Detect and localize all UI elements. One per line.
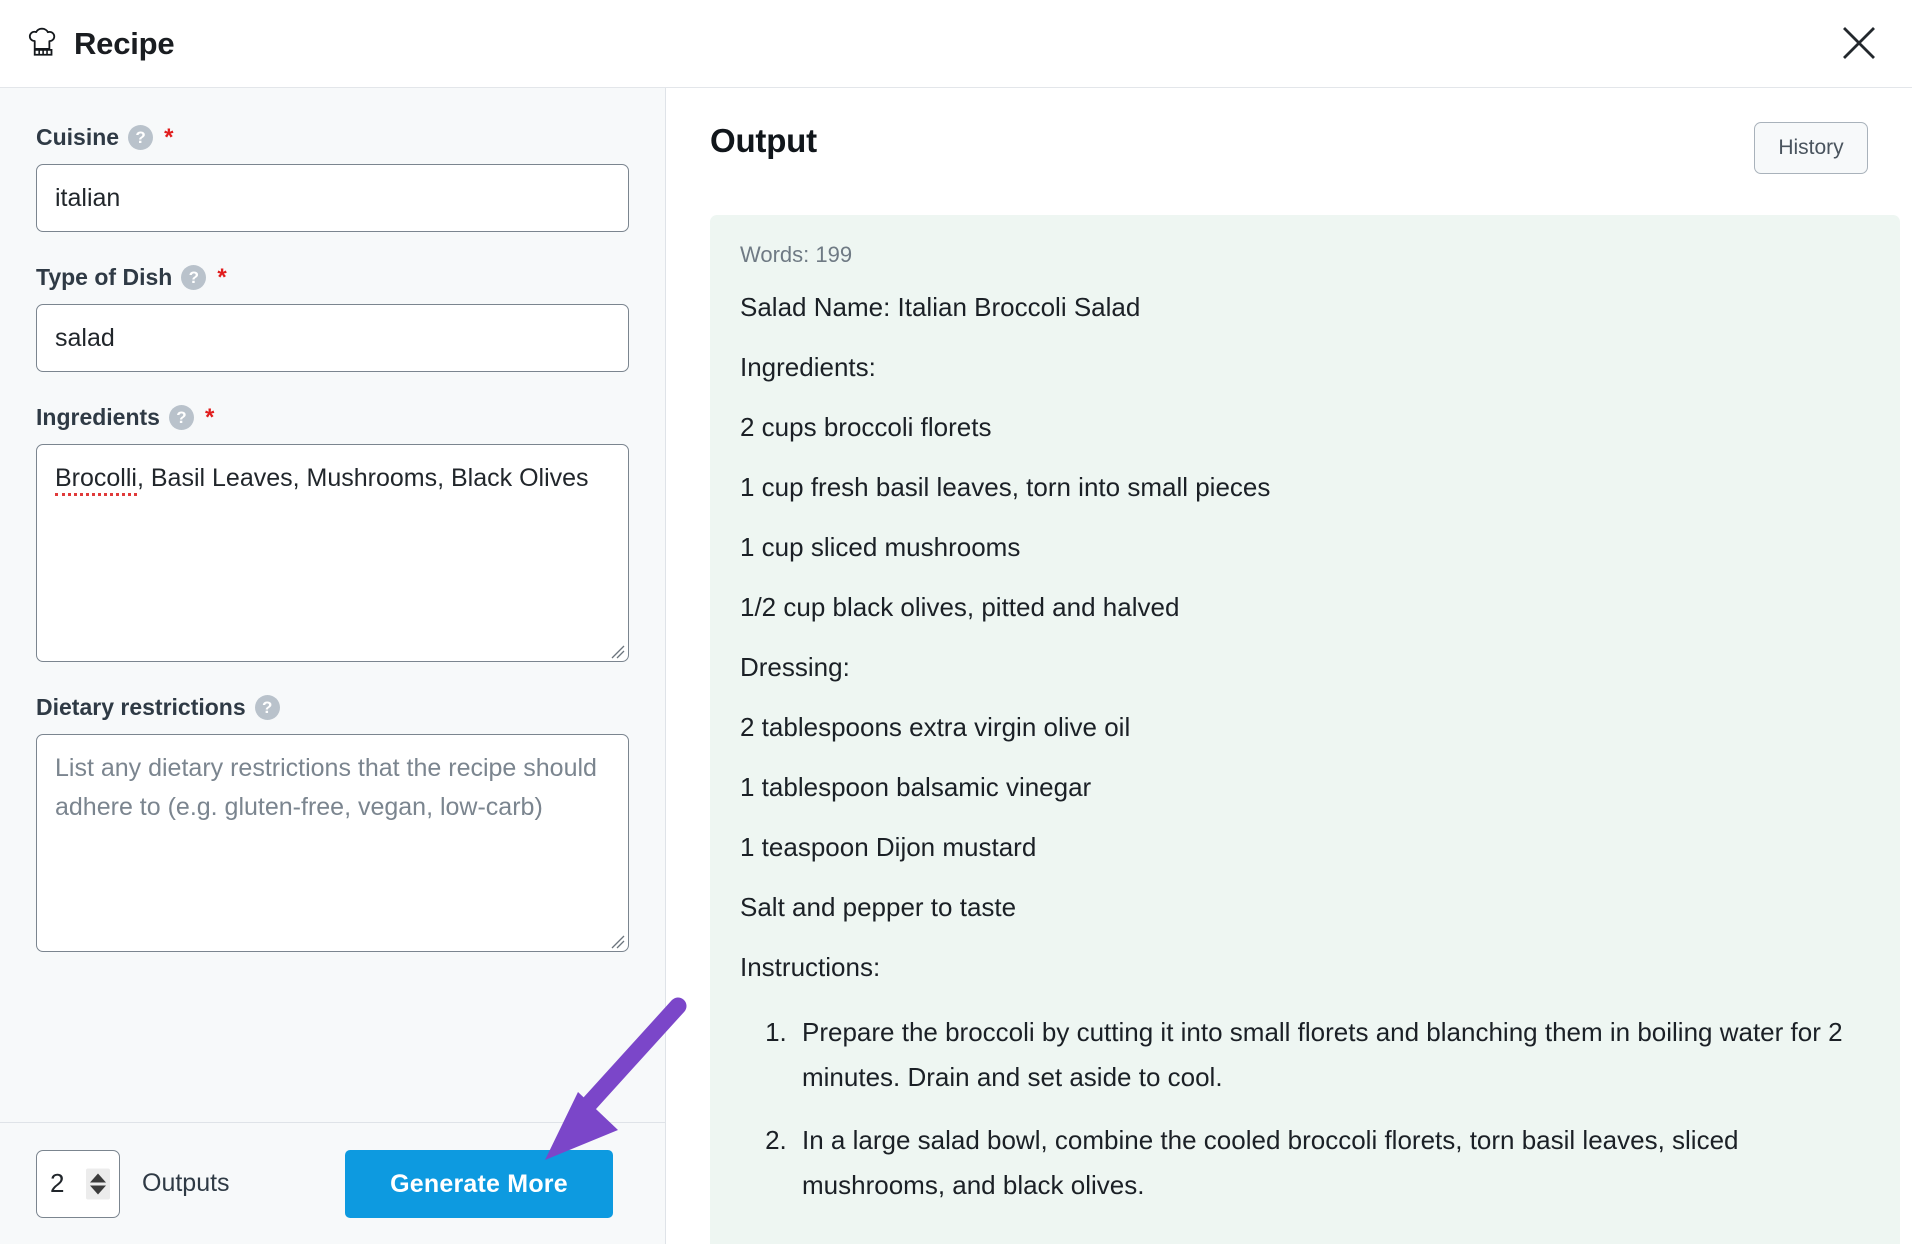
form-bottom-bar: 2 Outputs Generate More [0,1122,665,1244]
output-paragraph: 2 tablespoons extra virgin olive oil [740,712,1131,742]
field-type-of-dish: Type of Dish ? * [36,264,629,372]
output-paragraph: Salt and pepper to taste [740,892,1017,922]
output-header: Output History [710,122,1868,174]
misspelled-word: Brocolli [55,464,137,496]
output-paragraph: Instructions: [740,952,881,982]
history-button[interactable]: History [1754,122,1868,174]
instructions-list: Prepare the broccoli by cutting it into … [740,1010,1870,1208]
form-fields-container: Cuisine ? * Type of Dish ? * Ingredients [0,88,665,1122]
output-paragraph: Ingredients: [740,352,876,382]
output-paragraph: 2 cups broccoli florets [740,412,992,442]
required-asterisk: * [217,263,227,291]
ingredients-text-rest: , Basil Leaves, Mushrooms, Black Olives [136,464,589,492]
output-paragraph: 1 cup fresh basil leaves, torn into smal… [740,472,1271,502]
output-paragraph: Dressing: [740,652,850,682]
window-titlebar: Recipe [0,0,1912,88]
dietary-textarea-wrap: List any dietary restrictions that the r… [36,734,629,952]
output-paragraph: 1/2 cup black olives, pitted and halved [740,592,1180,622]
generate-more-button[interactable]: Generate More [345,1150,613,1218]
required-asterisk: * [204,403,215,431]
chef-hat-icon [28,27,56,56]
field-cuisine-label: Cuisine ? * [36,124,629,151]
recipe-form-panel: Cuisine ? * Type of Dish ? * Ingredients [0,88,666,1244]
list-item: Prepare the broccoli by cutting it into … [794,1010,1870,1100]
output-paragraph: 1 cup sliced mushrooms [740,532,1021,562]
chevron-up-icon[interactable] [90,1173,106,1182]
help-icon[interactable]: ? [168,405,194,430]
help-icon[interactable]: ? [128,125,154,150]
output-paragraph: 1 teaspoon Dijon mustard [740,832,1037,862]
dietary-restrictions-textarea[interactable]: List any dietary restrictions that the r… [36,734,629,952]
main-content: Cuisine ? * Type of Dish ? * Ingredients [0,88,1912,1244]
ingredients-textarea-wrap: Brocolli, Basil Leaves, Mushrooms, Black… [36,444,629,662]
dietary-placeholder-text: List any dietary restrictions that the r… [55,754,597,821]
output-panel: Output History Words: 199 Salad Name: It… [666,88,1912,1244]
field-ingredients: Ingredients ? * Brocolli, Basil Leaves, … [36,404,629,662]
output-result-card: Words: 199 Salad Name: Italian Broccoli … [710,215,1900,1244]
close-icon [1843,27,1875,59]
list-item: In a large salad bowl, combine the coole… [794,1118,1870,1208]
type-of-dish-input[interactable] [36,304,629,372]
stepper-arrows[interactable] [86,1168,110,1199]
field-ingredients-label-text: Ingredients [36,404,160,430]
field-cuisine: Cuisine ? * [36,124,629,232]
field-ingredients-label: Ingredients ? * [36,404,629,431]
chevron-down-icon[interactable] [90,1185,106,1194]
required-asterisk: * [164,123,174,151]
word-count-label: Words: 199 [740,242,853,267]
close-button[interactable] [1830,14,1888,72]
field-cuisine-label-text: Cuisine [36,124,120,150]
outputs-count-stepper[interactable]: 2 [36,1149,120,1218]
outputs-label: Outputs [142,1169,230,1197]
field-dietary-restrictions-label: Dietary restrictions ? [36,694,629,721]
output-paragraph: 1 tablespoon balsamic vinegar [740,772,1092,802]
help-icon[interactable]: ? [181,265,207,290]
page-title: Recipe [74,25,175,61]
field-type-of-dish-label: Type of Dish ? * [36,264,629,291]
help-icon[interactable]: ? [254,695,280,720]
output-title: Output [710,122,817,159]
ingredients-textarea[interactable]: Brocolli, Basil Leaves, Mushrooms, Black… [36,444,629,662]
cuisine-input[interactable] [36,164,629,232]
field-dietary-restrictions-label-text: Dietary restrictions [36,694,246,720]
output-paragraph: Salad Name: Italian Broccoli Salad [740,292,1141,322]
field-type-of-dish-label-text: Type of Dish [36,264,173,290]
outputs-count-value: 2 [50,1168,65,1198]
field-dietary-restrictions: Dietary restrictions ? List any dietary … [36,694,629,952]
